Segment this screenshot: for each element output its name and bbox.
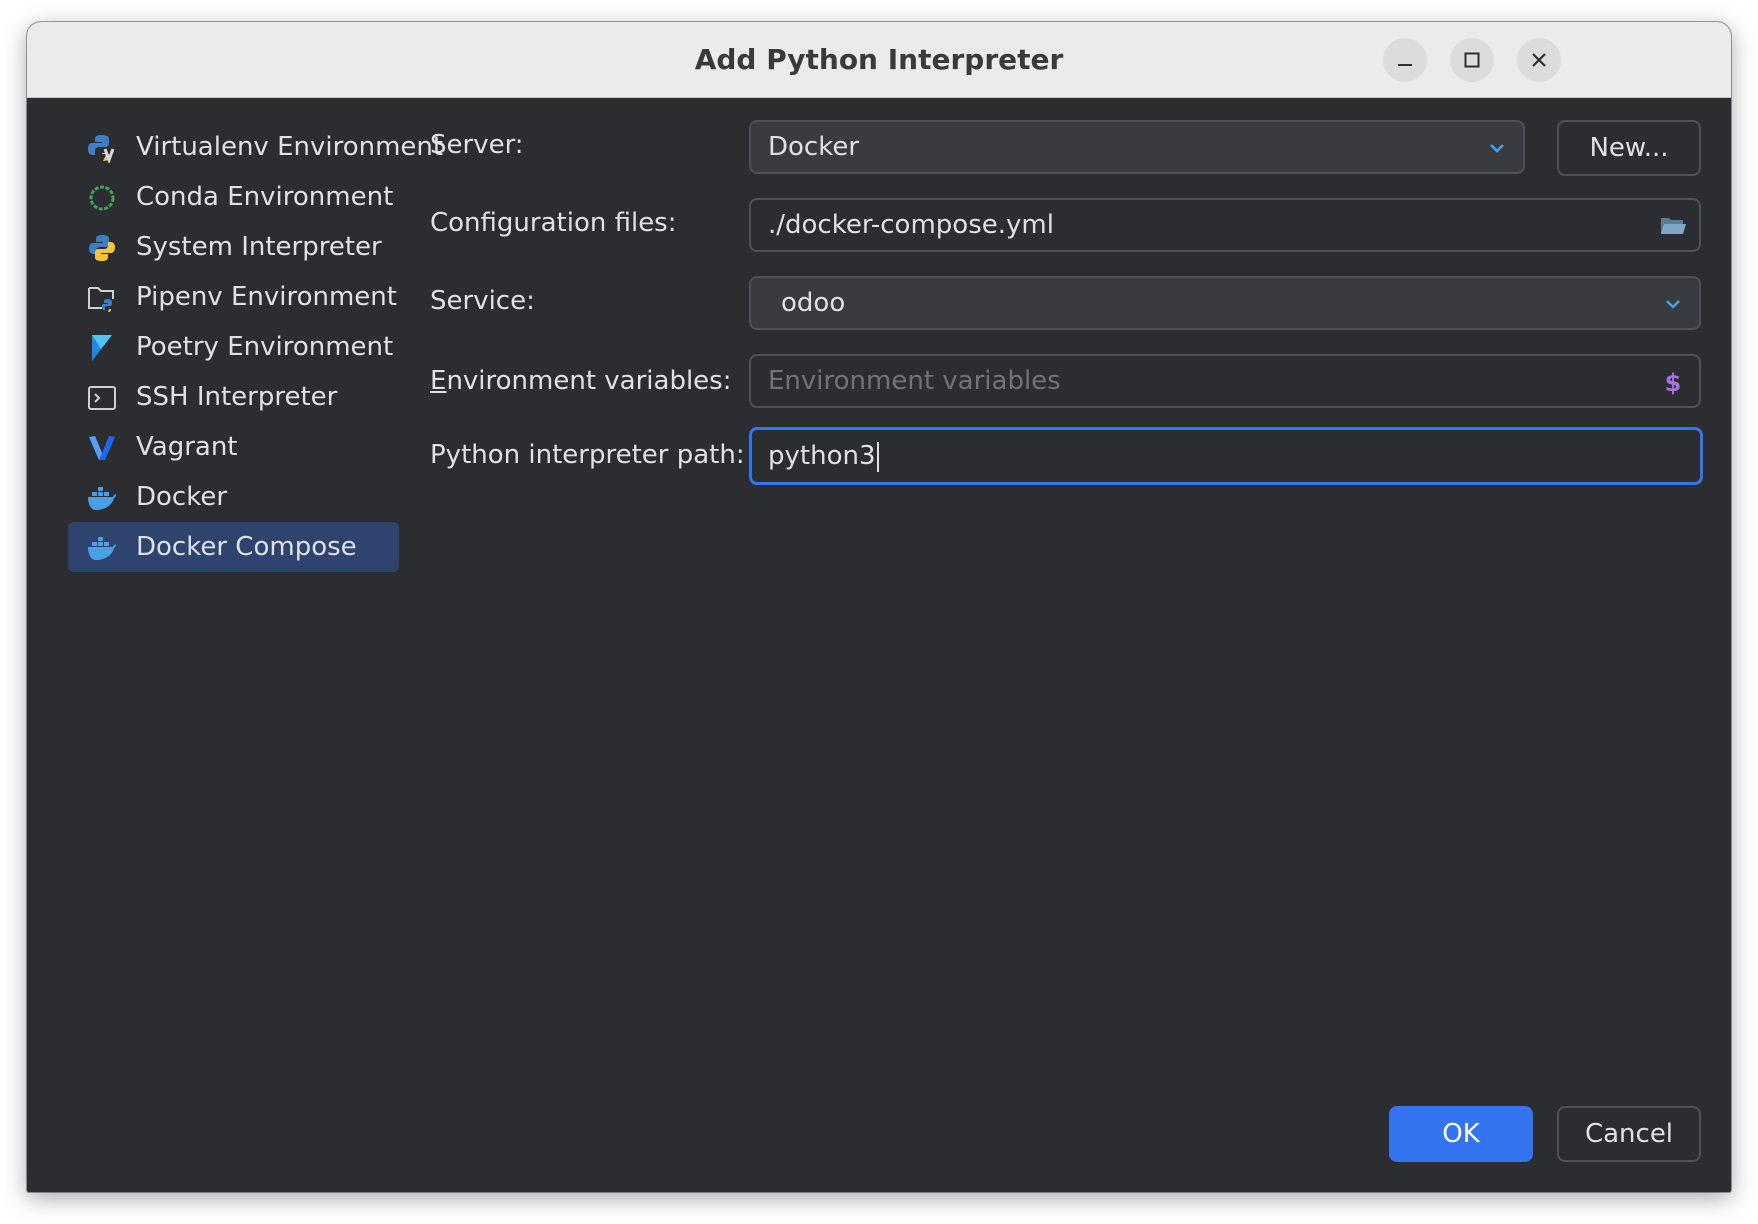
sidebar-item-pipenv[interactable]: Pipenv Environment — [59, 272, 429, 322]
server-label: Server: — [430, 130, 524, 160]
sidebar-item-label: SSH Interpreter — [136, 382, 338, 412]
dialog-window: Add Python Interpreter Virtualenv Enviro… — [27, 22, 1731, 1192]
svg-text:$: $ — [1665, 369, 1682, 396]
config-files-label: Configuration files: — [430, 208, 677, 238]
server-dropdown[interactable]: Docker — [749, 120, 1525, 174]
sidebar-item-label: Virtualenv Environment — [136, 132, 444, 162]
close-button[interactable] — [1517, 38, 1561, 82]
cancel-button[interactable]: Cancel — [1557, 1106, 1701, 1162]
sidebar-item-label: Docker — [136, 482, 228, 512]
sidebar-item-ssh[interactable]: SSH Interpreter — [59, 372, 429, 422]
folder-icon[interactable] — [1659, 212, 1687, 240]
interpreter-path-label: Python interpreter path: — [430, 440, 745, 470]
text-caret — [876, 441, 879, 472]
maximize-button[interactable] — [1450, 38, 1494, 82]
service-dropdown[interactable]: odoo — [749, 276, 1701, 330]
python-icon — [89, 235, 115, 261]
poetry-icon — [92, 335, 112, 361]
minimize-icon — [1398, 64, 1412, 66]
ssh-icon — [88, 386, 116, 410]
close-icon — [1532, 53, 1546, 67]
env-vars-label-text: nvironment variables: — [446, 366, 732, 396]
service-label: Service: — [430, 286, 535, 316]
interpreter-path-value-wrap: python3 — [768, 430, 879, 482]
new-server-button[interactable]: New... — [1557, 120, 1701, 176]
config-files-value: ./docker-compose.yml — [768, 210, 1054, 240]
interpreter-path-field[interactable]: python3 — [749, 427, 1703, 485]
env-vars-field[interactable]: Environment variables $ — [749, 354, 1701, 408]
sidebar-item-label: Pipenv Environment — [136, 282, 397, 312]
docker-icon — [88, 487, 116, 510]
sidebar-item-docker[interactable]: Docker — [59, 472, 429, 522]
ok-button[interactable]: OK — [1389, 1106, 1533, 1162]
sidebar-item-label: Docker Compose — [136, 532, 357, 562]
pipenv-icon — [88, 287, 114, 312]
maximize-icon — [1464, 52, 1480, 68]
sidebar-item-conda[interactable]: Conda Environment — [59, 172, 429, 222]
interpreter-path-value: python3 — [768, 441, 876, 471]
env-vars-placeholder: Environment variables — [768, 366, 1061, 396]
docker-compose-icon — [88, 537, 116, 560]
chevron-down-icon — [1490, 144, 1504, 153]
title-bar: Add Python Interpreter — [27, 22, 1731, 98]
chevron-down-icon — [1666, 300, 1680, 309]
env-vars-mnemonic: E — [430, 366, 447, 396]
service-value: odoo — [781, 288, 846, 318]
server-value: Docker — [768, 132, 860, 162]
sidebar-item-label: Poetry Environment — [136, 332, 394, 362]
virtualenv-icon — [88, 135, 115, 163]
sidebar-item-system-interpreter[interactable]: System Interpreter — [59, 222, 429, 272]
sidebar-item-label: Vagrant — [136, 432, 238, 462]
dollar-icon[interactable]: $ — [1659, 368, 1687, 396]
env-vars-label: Environment variables: — [430, 366, 732, 396]
sidebar-item-vagrant[interactable]: Vagrant — [59, 422, 429, 472]
sidebar-item-docker-compose[interactable]: Docker Compose — [68, 522, 399, 572]
vagrant-icon — [89, 436, 115, 460]
sidebar-item-virtualenv[interactable]: Virtualenv Environment — [59, 122, 443, 172]
config-files-field[interactable]: ./docker-compose.yml — [749, 198, 1701, 252]
sidebar-item-label: Conda Environment — [136, 182, 394, 212]
minimize-button[interactable] — [1383, 38, 1427, 82]
sidebar-item-label: System Interpreter — [136, 232, 382, 262]
sidebar-item-poetry[interactable]: Poetry Environment — [59, 322, 429, 372]
conda-icon — [89, 185, 115, 211]
